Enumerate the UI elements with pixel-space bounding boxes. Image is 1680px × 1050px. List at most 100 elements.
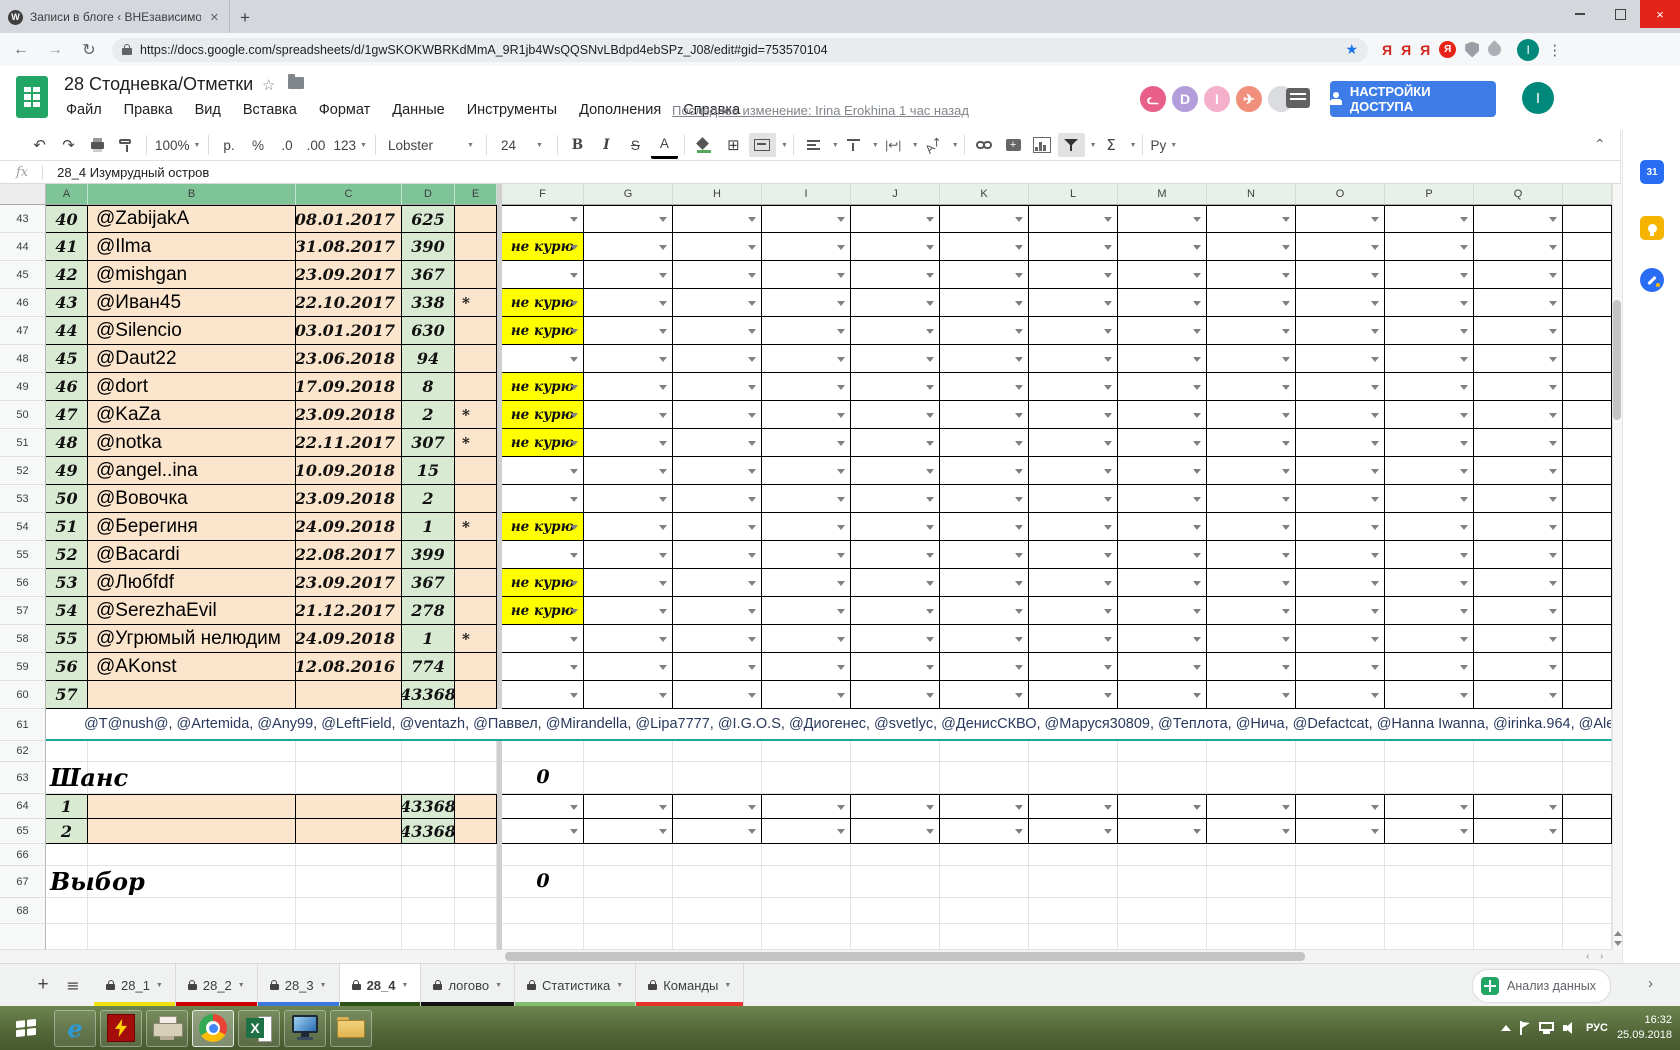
- dropdown-arrow-icon[interactable]: [1104, 441, 1112, 446]
- cell-M58[interactable]: [1118, 625, 1207, 653]
- functions-button[interactable]: Σ: [1098, 133, 1125, 157]
- cell-M[interactable]: [1118, 924, 1207, 950]
- dropdown-arrow-icon[interactable]: [1549, 665, 1557, 670]
- dropdown-arrow-icon[interactable]: [570, 413, 578, 418]
- cell-B59[interactable]: @AKonst: [88, 653, 296, 681]
- horizontal-scrollbar-thumb[interactable]: [505, 952, 1305, 961]
- dropdown-arrow-icon[interactable]: [837, 553, 845, 558]
- cell-H56[interactable]: [673, 569, 762, 597]
- forward-icon[interactable]: →: [42, 37, 68, 63]
- dropdown-arrow-icon[interactable]: [1460, 245, 1468, 250]
- back-icon[interactable]: ←: [8, 37, 34, 63]
- cell-P65[interactable]: [1385, 819, 1474, 844]
- cell-B45[interactable]: @mishgan: [88, 261, 296, 289]
- cell-R68[interactable]: [1563, 898, 1612, 924]
- cell-R58[interactable]: [1563, 625, 1612, 653]
- cell-K63[interactable]: [940, 762, 1029, 794]
- calendar-icon[interactable]: 31: [1640, 160, 1664, 184]
- cell-D[interactable]: [402, 924, 455, 950]
- column-header-L[interactable]: L: [1029, 184, 1118, 205]
- cell-O60[interactable]: [1296, 681, 1385, 709]
- cell-L43[interactable]: [1029, 205, 1118, 233]
- cell-L63[interactable]: [1029, 762, 1118, 794]
- cell-P[interactable]: [1385, 924, 1474, 950]
- cell-merged-61[interactable]: @T@nush@, @Artemida, @Any99, @LeftField,…: [46, 709, 1612, 741]
- dropdown-arrow-icon[interactable]: [570, 805, 578, 810]
- dropdown-arrow-icon[interactable]: [1104, 469, 1112, 474]
- cell-F65[interactable]: [502, 819, 584, 844]
- cell-G56[interactable]: [584, 569, 673, 597]
- cell-K46[interactable]: [940, 289, 1029, 317]
- row-header-43[interactable]: 43: [0, 205, 46, 233]
- cell-A46[interactable]: 43: [46, 289, 88, 317]
- cell-G46[interactable]: [584, 289, 673, 317]
- dropdown-arrow-icon[interactable]: [1282, 637, 1290, 642]
- cell-B65[interactable]: [88, 819, 296, 844]
- dropdown-arrow-icon[interactable]: [1460, 829, 1468, 834]
- column-header-N[interactable]: N: [1207, 184, 1296, 205]
- dropdown-arrow-icon[interactable]: [659, 665, 667, 670]
- cell-N48[interactable]: [1207, 345, 1296, 373]
- cell-F44[interactable]: не курю: [502, 233, 584, 261]
- dropdown-arrow-icon[interactable]: [926, 609, 934, 614]
- dropdown-arrow-icon[interactable]: [748, 413, 756, 418]
- cell-B58[interactable]: @Угрюмый нелюдим: [88, 625, 296, 653]
- cell-B51[interactable]: @notka: [88, 429, 296, 457]
- cell-I63[interactable]: [762, 762, 851, 794]
- cell-K47[interactable]: [940, 317, 1029, 345]
- input-tools-button[interactable]: Ру▼: [1149, 133, 1180, 157]
- cell-H59[interactable]: [673, 653, 762, 681]
- dropdown-arrow-icon[interactable]: [748, 581, 756, 586]
- dropdown-arrow-icon[interactable]: [1460, 385, 1468, 390]
- dropdown-arrow-icon[interactable]: [1104, 665, 1112, 670]
- cell-D51[interactable]: 307: [402, 429, 455, 457]
- dropdown-arrow-icon[interactable]: [748, 497, 756, 502]
- merge-cells-button[interactable]: [749, 133, 776, 157]
- cell-E58[interactable]: *: [455, 625, 497, 653]
- cell-A54[interactable]: 51: [46, 513, 88, 541]
- row-header-57[interactable]: 57: [0, 597, 46, 625]
- cell-N59[interactable]: [1207, 653, 1296, 681]
- cell-R44[interactable]: [1563, 233, 1612, 261]
- cell-O56[interactable]: [1296, 569, 1385, 597]
- dropdown-arrow-icon[interactable]: [837, 525, 845, 530]
- cell-E59[interactable]: [455, 653, 497, 681]
- cell-D58[interactable]: 1: [402, 625, 455, 653]
- dropdown-arrow-icon[interactable]: [1193, 245, 1201, 250]
- dropdown-arrow-icon[interactable]: [1460, 469, 1468, 474]
- cell-E54[interactable]: *: [455, 513, 497, 541]
- cell-F55[interactable]: [502, 541, 584, 569]
- cell-M59[interactable]: [1118, 653, 1207, 681]
- menu-вид[interactable]: Вид: [195, 102, 221, 118]
- dropdown-arrow-icon[interactable]: [1282, 829, 1290, 834]
- cell-H63[interactable]: [673, 762, 762, 794]
- cell-O46[interactable]: [1296, 289, 1385, 317]
- tray-expand-icon[interactable]: [1501, 1025, 1511, 1031]
- sheets-logo-icon[interactable]: [16, 76, 48, 118]
- text-color-button[interactable]: A: [651, 132, 678, 159]
- row-header-64[interactable]: 64: [0, 794, 46, 819]
- menu-формат[interactable]: Формат: [319, 102, 371, 118]
- cell-I60[interactable]: [762, 681, 851, 709]
- cell-G44[interactable]: [584, 233, 673, 261]
- dropdown-arrow-icon[interactable]: [1460, 693, 1468, 698]
- column-header-I[interactable]: I: [762, 184, 851, 205]
- cell-G54[interactable]: [584, 513, 673, 541]
- cell-I68[interactable]: [762, 898, 851, 924]
- cell-B43[interactable]: @ZabijakA: [88, 205, 296, 233]
- dropdown-arrow-icon[interactable]: [1371, 441, 1379, 446]
- cell-D54[interactable]: 1: [402, 513, 455, 541]
- cell-I55[interactable]: [762, 541, 851, 569]
- row-header-55[interactable]: 55: [0, 541, 46, 569]
- dropdown-arrow-icon[interactable]: [1015, 637, 1023, 642]
- cell-N47[interactable]: [1207, 317, 1296, 345]
- bold-button[interactable]: B: [564, 133, 591, 157]
- cell-Q56[interactable]: [1474, 569, 1563, 597]
- cell-J62[interactable]: [851, 741, 940, 762]
- dropdown-arrow-icon[interactable]: [1549, 245, 1557, 250]
- cell-A55[interactable]: 52: [46, 541, 88, 569]
- cell-P68[interactable]: [1385, 898, 1474, 924]
- cell-L65[interactable]: [1029, 819, 1118, 844]
- dropdown-arrow-icon[interactable]: [1460, 441, 1468, 446]
- cell-B47[interactable]: @Silencio: [88, 317, 296, 345]
